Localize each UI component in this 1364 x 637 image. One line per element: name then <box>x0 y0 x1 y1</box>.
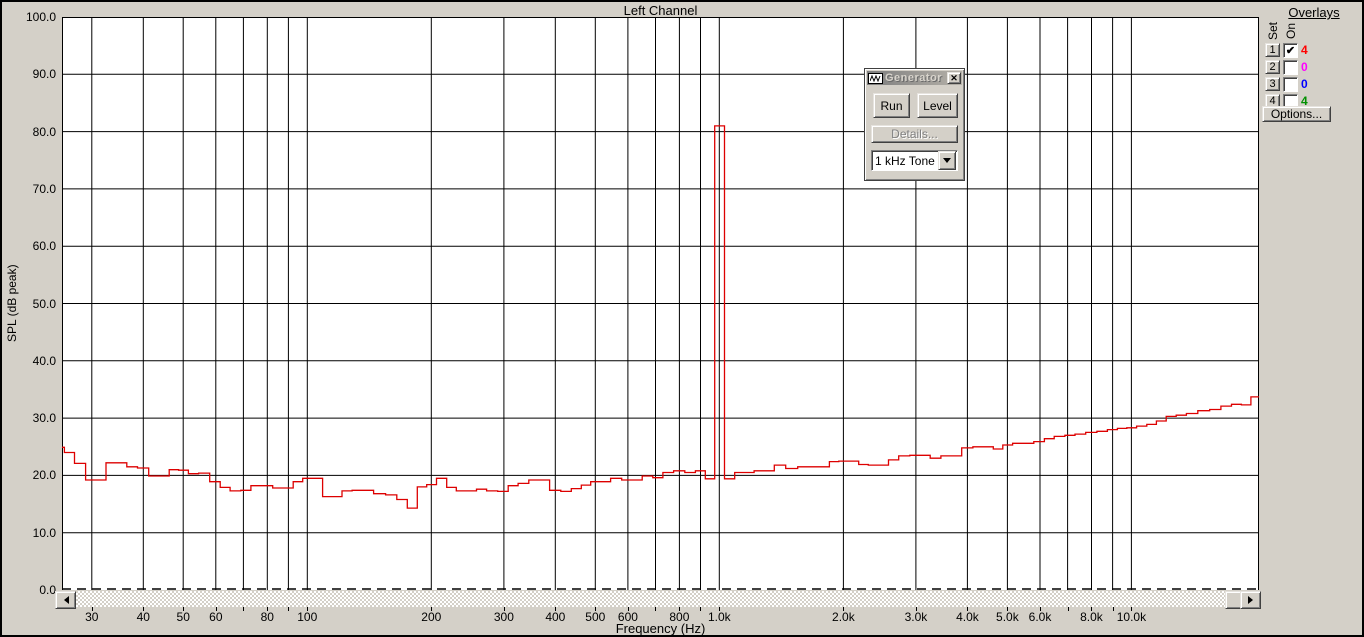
scroll-left-button[interactable] <box>55 591 76 609</box>
overlays-on-header: On <box>1284 23 1298 40</box>
overlay-checkbox-1[interactable] <box>1283 43 1298 58</box>
scroll-left-icon <box>60 596 69 604</box>
level-button[interactable]: Level <box>917 93 958 118</box>
overlays-set-header: Set <box>1266 22 1280 41</box>
details-button[interactable]: Details... <box>871 125 958 143</box>
generator-dialog: Generator ✕ Run Level Details... 1 kHz T… <box>864 68 965 181</box>
spl-chart <box>62 17 1259 590</box>
scrollbar-track[interactable] <box>74 591 1242 607</box>
generator-title: Generator <box>885 72 943 84</box>
close-button[interactable]: ✕ <box>947 72 961 84</box>
overlay-checkbox-3[interactable] <box>1283 77 1298 92</box>
options-button[interactable]: Options... <box>1262 106 1331 122</box>
y-tick-label: 100.0 <box>25 10 56 24</box>
y-tick-label: 80.0 <box>32 124 56 139</box>
horizontal-scrollbar[interactable] <box>55 591 1261 609</box>
dropdown-button[interactable] <box>938 151 956 170</box>
overlay-count-2: 0 <box>1301 60 1308 74</box>
generator-icon <box>868 72 883 84</box>
signal-value: 1 kHz Tone <box>875 153 935 168</box>
plot-area[interactable] <box>62 17 1259 590</box>
y-tick-label: 90.0 <box>32 67 56 82</box>
x-axis-title: Frequency (Hz) <box>615 621 706 636</box>
overlays-title[interactable]: Overlays <box>1264 5 1362 20</box>
scroll-right-icon <box>1247 596 1257 604</box>
y-tick-label: 50.0 <box>32 296 56 311</box>
y-tick-label: 60.0 <box>32 239 56 254</box>
scroll-right-button[interactable] <box>1240 591 1261 609</box>
y-tick-label: 70.0 <box>32 181 56 196</box>
y-tick-label: 20.0 <box>32 468 56 483</box>
close-icon: ✕ <box>950 72 958 83</box>
y-tick-label: 40.0 <box>32 353 56 368</box>
y-tick-label: 10.0 <box>32 525 56 540</box>
run-button[interactable]: Run <box>873 93 910 118</box>
y-tick-label: 0.0 <box>39 583 56 597</box>
generator-titlebar[interactable]: Generator ✕ <box>867 71 962 85</box>
chevron-down-icon <box>943 158 951 167</box>
overlay-count-3: 0 <box>1301 77 1308 91</box>
overlay-count-1: 4 <box>1301 43 1308 57</box>
signal-select[interactable]: 1 kHz Tone <box>871 150 958 171</box>
chart-title: Left Channel <box>623 3 698 18</box>
y-tick-label: 30.0 <box>32 411 56 426</box>
overlay-set-button-1[interactable]: 1 <box>1265 43 1280 57</box>
app-window: Left Channel SPL (dB peak) 0.0 10.0 20.0 30… <box>0 0 1364 637</box>
overlay-set-button-3[interactable]: 3 <box>1265 77 1280 91</box>
overlay-checkbox-2[interactable] <box>1283 60 1298 75</box>
overlay-set-button-2[interactable]: 2 <box>1265 60 1280 74</box>
